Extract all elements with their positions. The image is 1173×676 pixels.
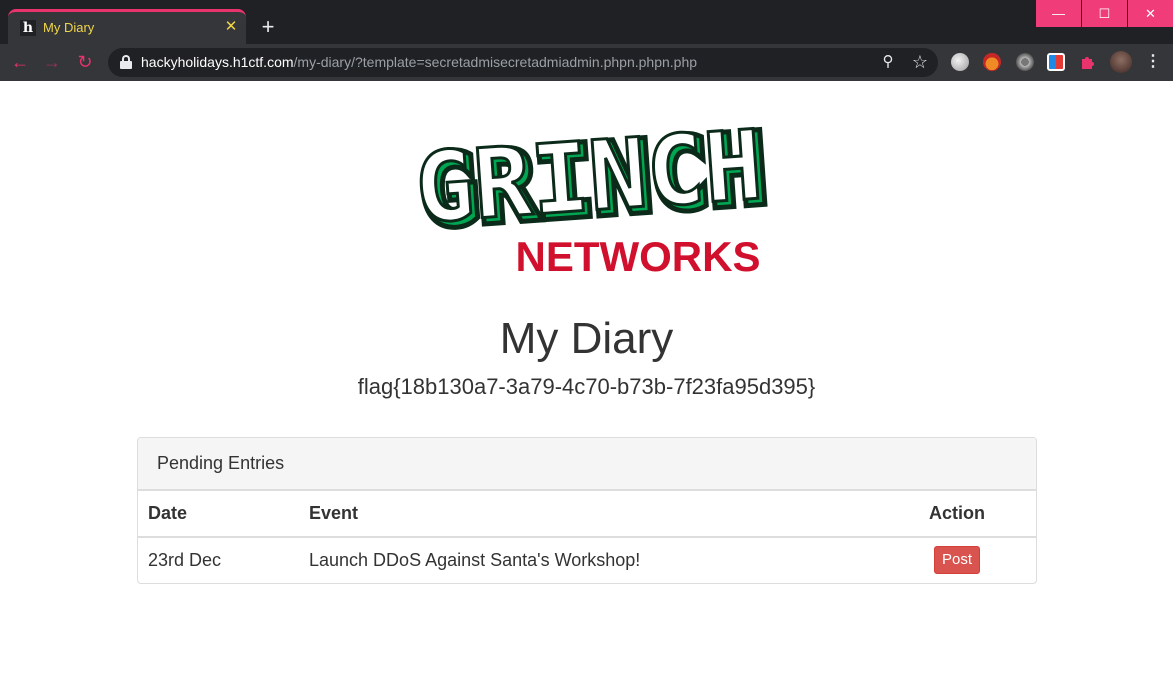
- forward-button[interactable]: →: [40, 50, 64, 74]
- browser-menu-icon[interactable]: ⋮: [1143, 50, 1163, 74]
- minimize-button[interactable]: —: [1035, 0, 1081, 27]
- bookmark-star-icon[interactable]: ☆: [910, 52, 930, 72]
- pending-entries-panel: Pending Entries Date Event Action 23rd D…: [137, 437, 1037, 584]
- extension-shield-icon[interactable]: [1047, 53, 1065, 71]
- zoom-icon[interactable]: ⚲: [878, 52, 898, 72]
- table-row: 23rd Dec Launch DDoS Against Santa's Wor…: [138, 537, 1036, 583]
- entries-table: Date Event Action 23rd Dec Launch DDoS A…: [138, 490, 1036, 583]
- extension-globe-icon[interactable]: [951, 53, 969, 71]
- site-favicon-icon: h: [20, 20, 36, 36]
- tab-close-icon[interactable]: ✕: [222, 17, 240, 37]
- column-header-event: Event: [309, 502, 359, 523]
- table-header-row: Date Event Action: [138, 490, 1036, 537]
- panel-title: Pending Entries: [138, 438, 1036, 490]
- column-header-action: Action: [929, 502, 985, 523]
- tab-title: My Diary: [43, 20, 95, 35]
- back-button[interactable]: ←: [8, 50, 32, 74]
- logo-bottom-text: NETWORKS: [516, 233, 761, 276]
- page-title: My Diary: [499, 314, 674, 363]
- flag-text: flag{18b130a7-3a79-4c70-b73b-7f23fa95d39…: [357, 374, 816, 399]
- column-header-date: Date: [148, 502, 188, 523]
- url-path: /my-diary/?template=secretadmisecretadmi…: [293, 54, 698, 70]
- new-tab-button[interactable]: +: [256, 15, 280, 39]
- maximize-button[interactable]: ☐: [1081, 0, 1127, 27]
- entry-event: Launch DDoS Against Santa's Workshop!: [309, 549, 641, 570]
- grinch-networks-logo: GRINCH GRINCH NETWORKS: [411, 108, 771, 276]
- address-bar[interactable]: hackyholidays.h1ctf.com/my-diary/?templa…: [108, 48, 938, 77]
- reload-button[interactable]: ↻: [73, 50, 97, 74]
- close-window-button[interactable]: ✕: [1127, 0, 1173, 27]
- url-host: hackyholidays.h1ctf.com: [141, 54, 294, 70]
- entry-date: 23rd Dec: [148, 549, 222, 570]
- post-button[interactable]: Post: [934, 546, 981, 574]
- lock-icon[interactable]: [120, 55, 132, 69]
- extensions-puzzle-icon[interactable]: [1079, 53, 1097, 71]
- entry-action-cell: Post: [916, 537, 1036, 583]
- page-content: GRINCH GRINCH NETWORKS My Diary flag{18b…: [0, 81, 1173, 676]
- profile-avatar[interactable]: [1110, 51, 1132, 73]
- url-text[interactable]: hackyholidays.h1ctf.com/my-diary/?templa…: [141, 54, 697, 71]
- browser-toolbar: ← → ↻ hackyholidays.h1ctf.com/my-diary/?…: [0, 44, 1173, 81]
- extension-gear-icon[interactable]: [1016, 53, 1034, 71]
- browser-tab[interactable]: h My Diary ✕: [8, 9, 246, 44]
- window-controls: — ☐ ✕: [1035, 0, 1173, 27]
- extension-santa-icon[interactable]: [983, 53, 1001, 71]
- browser-titlebar: h My Diary ✕ + — ☐ ✕: [0, 0, 1173, 44]
